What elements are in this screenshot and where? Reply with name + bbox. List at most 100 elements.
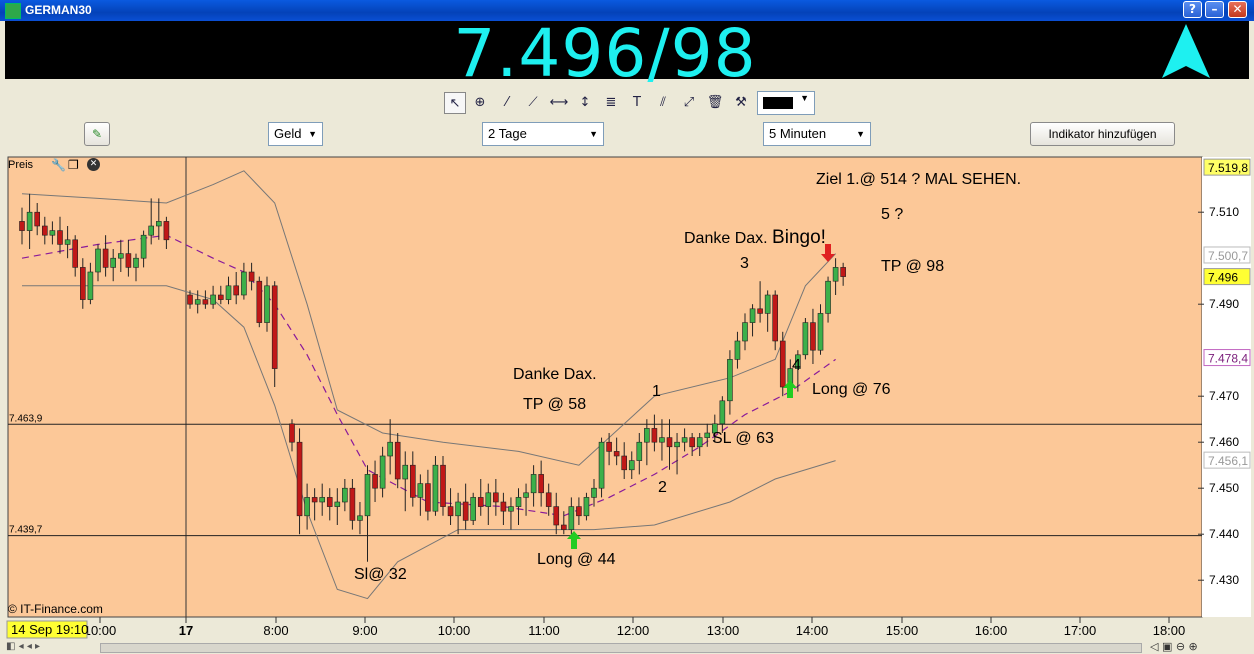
horizontal-line-icon[interactable]: ⟷ bbox=[548, 92, 570, 114]
annotation-ziel: Ziel 1.@ 514 ? MAL SEHEN. bbox=[816, 171, 1022, 188]
candle bbox=[64, 239, 71, 245]
candle bbox=[553, 506, 560, 526]
candle bbox=[57, 230, 63, 245]
candle bbox=[696, 437, 703, 448]
candle bbox=[256, 280, 263, 323]
candle bbox=[651, 428, 658, 443]
y-tick-label: 7.460 bbox=[1209, 435, 1239, 449]
price-type-value: Geld bbox=[274, 126, 302, 141]
x-tick-label: 16:00 bbox=[975, 623, 1008, 638]
price-badge-high-label: 7.519,8 bbox=[1208, 161, 1248, 175]
candle bbox=[659, 437, 665, 443]
candle bbox=[598, 441, 605, 489]
nav-icons[interactable]: ◧ ◂ ◂ ▸ bbox=[6, 641, 40, 652]
candle bbox=[613, 451, 620, 457]
candle bbox=[462, 501, 469, 521]
candle bbox=[379, 455, 386, 489]
arrow-up-icon bbox=[1162, 24, 1210, 78]
x-tick-label: 17 bbox=[179, 623, 193, 638]
candle bbox=[606, 441, 612, 452]
x-tick-label: 18:00 bbox=[1153, 623, 1186, 638]
x-tick-label: 10:00 bbox=[84, 623, 117, 638]
candle bbox=[148, 225, 154, 236]
candle bbox=[304, 497, 310, 517]
price-type-select[interactable]: Geld ▼ bbox=[268, 122, 323, 146]
candle bbox=[764, 294, 771, 314]
wrench-icon[interactable]: 🔧 bbox=[51, 158, 66, 172]
x-tick-label: 9:00 bbox=[352, 623, 377, 638]
candle bbox=[840, 267, 846, 277]
quote-value: 7.496/98 bbox=[453, 15, 757, 92]
candle bbox=[225, 285, 232, 300]
candle bbox=[455, 501, 461, 517]
chart-area[interactable]: 7.463,9 7.439,7 7.510 7.490 7.470 7.460 7.450… bbox=[5, 155, 1251, 640]
candle bbox=[402, 464, 409, 480]
annotation-three: 3 bbox=[740, 255, 749, 272]
candle bbox=[757, 308, 763, 314]
close-button[interactable]: ✕ bbox=[1228, 1, 1247, 18]
candle bbox=[644, 428, 650, 443]
candle bbox=[326, 497, 333, 507]
trash-icon[interactable]: 🗑 bbox=[704, 92, 726, 114]
line-icon[interactable]: ⁄ bbox=[496, 92, 518, 114]
color-swatch bbox=[763, 97, 793, 109]
price-chart[interactable]: 7.463,9 7.439,7 7.510 7.490 7.470 7.460 7.450… bbox=[5, 155, 1251, 640]
annotation-long44: Long @ 44 bbox=[537, 551, 616, 568]
arrow-up-icon bbox=[567, 531, 581, 549]
candle bbox=[666, 437, 673, 448]
candle bbox=[523, 492, 529, 498]
annotation-two: 2 bbox=[658, 479, 667, 496]
candle bbox=[749, 308, 756, 323]
candle bbox=[485, 492, 492, 507]
chart-tool-icon: ✎ bbox=[91, 127, 103, 141]
annotation-sl63: SL @ 63 bbox=[712, 430, 774, 447]
y-tick-label: 7.430 bbox=[1209, 573, 1239, 587]
candle bbox=[425, 483, 431, 512]
trend-channel-icon[interactable]: ⤢ bbox=[678, 92, 700, 114]
candle bbox=[560, 524, 567, 530]
panel-label: Preis bbox=[8, 159, 34, 171]
price-badge-lower_band-label: 7.456,1 bbox=[1208, 454, 1248, 468]
candle bbox=[41, 225, 48, 236]
tools-icon[interactable]: ⚒ bbox=[730, 92, 752, 114]
candle bbox=[681, 437, 688, 443]
candle bbox=[210, 294, 216, 305]
pointer-icon[interactable]: ↖ bbox=[444, 92, 466, 114]
chart-controls: ✎ Geld ▼ 2 Tage ▼ 5 Minuten ▼ Indikator … bbox=[0, 119, 1254, 152]
minimize-button[interactable]: – bbox=[1205, 1, 1224, 18]
candle bbox=[825, 280, 831, 314]
scrollbar[interactable] bbox=[100, 643, 1142, 653]
close-panel-icon[interactable]: ✕ bbox=[87, 158, 100, 171]
candle bbox=[447, 506, 454, 517]
candle bbox=[194, 299, 201, 305]
zoom-icon[interactable]: ⊕ bbox=[469, 92, 491, 114]
candle bbox=[727, 359, 733, 402]
add-indicator-button[interactable]: Indikator hinzufügen bbox=[1030, 122, 1175, 146]
parallel-lines-icon[interactable]: ⫽ bbox=[652, 92, 674, 114]
vertical-line-icon[interactable]: ↕ bbox=[574, 92, 596, 114]
candle bbox=[372, 474, 378, 489]
extended-line-icon[interactable]: ⟋ bbox=[522, 92, 544, 114]
candle bbox=[734, 340, 741, 360]
annotation-danke-bingo: Danke Dax. Bingo! bbox=[684, 227, 826, 249]
y-axis-panel bbox=[1202, 157, 1251, 617]
arrow-down-icon bbox=[821, 244, 835, 262]
candle bbox=[628, 460, 635, 471]
text-icon[interactable]: T bbox=[626, 92, 648, 114]
color-picker[interactable]: ▼ bbox=[757, 91, 815, 115]
period-select[interactable]: 2 Tage ▼ bbox=[482, 122, 604, 146]
draw-settings-button[interactable]: ✎ bbox=[84, 122, 110, 146]
candle bbox=[110, 257, 116, 268]
zoom-controls[interactable]: ◁ ▣ ⊖ ⊕ bbox=[1150, 640, 1198, 653]
fibonacci-icon[interactable]: ≣ bbox=[600, 92, 622, 114]
date-badge-label: 14 Sep 19:10 bbox=[11, 622, 88, 637]
x-tick-label: 13:00 bbox=[707, 623, 740, 638]
candle bbox=[772, 294, 779, 342]
window-icon[interactable]: ❐ bbox=[68, 158, 79, 172]
candle bbox=[140, 234, 147, 259]
interval-select[interactable]: 5 Minuten ▼ bbox=[763, 122, 871, 146]
price-badge-ma-label: 7.478,4 bbox=[1208, 352, 1248, 366]
annotation-long76: Long @ 76 bbox=[812, 381, 891, 398]
candle bbox=[538, 474, 544, 494]
candle bbox=[118, 253, 124, 259]
